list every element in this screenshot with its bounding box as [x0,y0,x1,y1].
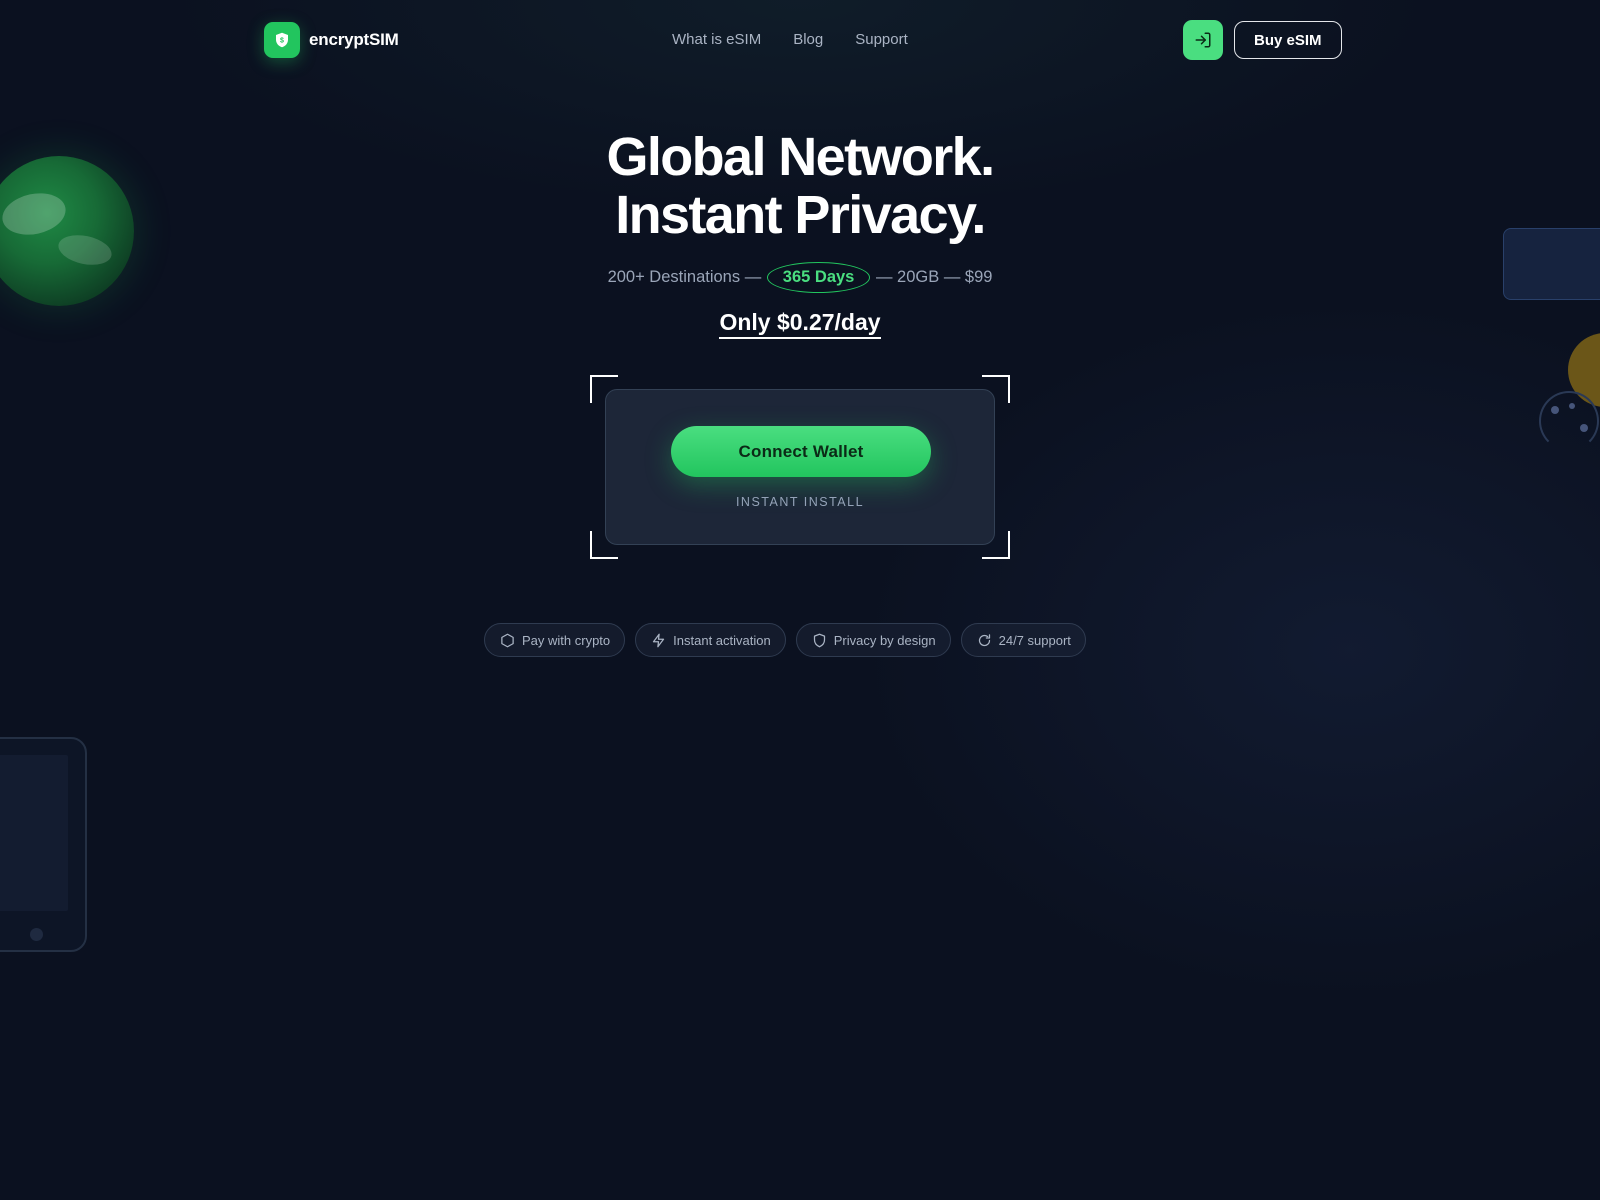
planet-decoration [0,156,134,306]
shield-icon [813,633,825,647]
lightning-icon [653,633,665,647]
site-header: $ encryptSIM What is eSIM Blog Support B… [0,0,1600,82]
hero-title-line: Global Network. [606,127,995,187]
tablet-home-button [30,928,43,941]
daily-price: Only $0.27/day [500,309,1100,339]
feature-pill-crypto: Pay with crypto [484,623,626,657]
hexagon-icon [501,633,514,647]
separator: — [740,268,766,286]
separator: — [939,268,965,286]
brand-name: encryptSIM [309,30,399,49]
nav-link-what-is-esim[interactable]: What is eSIM [672,31,761,48]
buy-esim-button[interactable]: Buy eSIM [1234,21,1342,59]
header-actions: Buy eSIM [1183,20,1342,60]
hero-title: Global Network. Instant Privacy. [500,128,1100,244]
planet-highlight [0,187,70,241]
dice-dot [1580,424,1588,432]
feature-pill-support: 24/7 support [960,623,1086,657]
feature-list: Pay with crypto Instant activation Priva… [484,623,1086,657]
nav-link-support[interactable]: Support [855,31,908,48]
dice-dot [1569,403,1575,409]
daily-price-text: Only $0.27/day [719,309,881,339]
planet-highlight [55,230,115,270]
svg-text:$: $ [280,38,284,45]
feature-label: Instant activation [673,632,771,648]
feature-pill-activation: Instant activation [635,623,786,657]
nav-link-blog[interactable]: Blog [793,31,823,48]
wallet-card: Connect Wallet INSTANT INSTALL [605,389,995,545]
install-caption: INSTANT INSTALL [735,495,865,509]
shield-icon: $ [264,22,300,58]
landing-page: $ encryptSIM What is eSIM Blog Support B… [0,0,1600,1200]
login-button[interactable] [1183,20,1223,60]
credit-card-decoration [1503,228,1600,300]
tablet-screen [0,755,68,911]
main-nav: What is eSIM Blog Support [672,31,908,48]
connect-wallet-button[interactable]: Connect Wallet [671,426,931,477]
dice-dot [1551,406,1559,414]
tablet-decoration [0,737,87,952]
plan-summary: 200+ Destinations — 365 Days — 20GB — $9… [500,262,1100,293]
dice-decoration [1539,391,1599,451]
login-icon [1195,32,1211,48]
price-text: $99 [964,268,993,286]
refresh-icon [978,633,990,646]
hero-title-line: Instant Privacy. [615,185,986,245]
data-amount-text: 20GB [897,268,940,286]
feature-label: Pay with crypto [522,632,611,648]
separator: — [871,268,898,286]
feature-label: 24/7 support [998,632,1071,648]
feature-pill-privacy: Privacy by design [795,623,951,657]
feature-label: Privacy by design [833,632,936,648]
duration-highlight: 365 Days [766,262,871,293]
brand[interactable]: $ encryptSIM [264,22,399,58]
destinations-text: 200+ Destinations [607,268,741,286]
